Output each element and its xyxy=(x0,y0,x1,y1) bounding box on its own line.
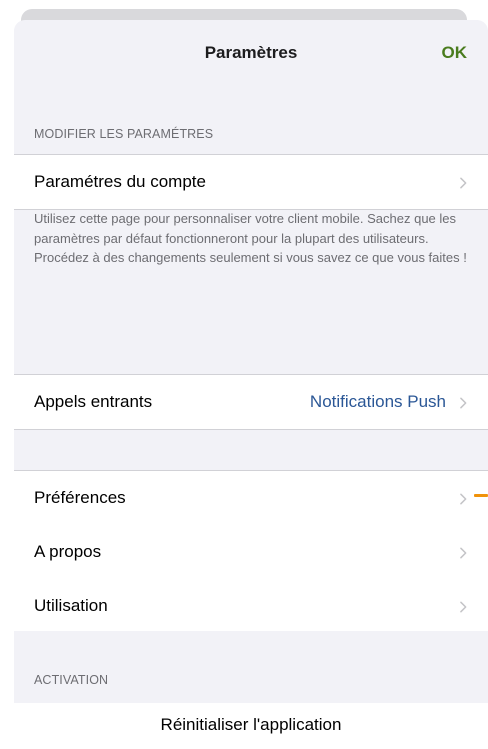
chevron-right-icon xyxy=(460,397,467,409)
group-general: Préférences A propos Utilisation xyxy=(14,470,488,631)
row-label: Appels entrants xyxy=(34,392,153,411)
row-label: Paramétres du compte xyxy=(34,172,206,191)
section-header-activation: ACTIVATION xyxy=(34,673,109,687)
navigation-bar: Paramètres OK xyxy=(14,20,488,90)
row-label: Utilisation xyxy=(34,596,108,615)
section-footer-description: Utilisez cette page pour personnaliser v… xyxy=(34,211,467,265)
ok-button[interactable]: OK xyxy=(442,43,468,63)
row-label: A propos xyxy=(34,542,102,561)
row-preferences[interactable]: Préférences xyxy=(14,471,488,525)
row-incoming-calls[interactable]: Appels entrants Notifications Push xyxy=(14,375,488,429)
row-usage[interactable]: Utilisation xyxy=(14,579,488,633)
group-calls: Appels entrants Notifications Push xyxy=(14,374,488,430)
row-label: Préférences xyxy=(34,488,126,507)
row-account-settings[interactable]: Paramétres du compte xyxy=(14,155,488,209)
reset-app-button[interactable]: Réinitialiser l'application xyxy=(14,715,488,735)
settings-sheet: Paramètres OK MODIFIER LES PARAMÉTRES Pa… xyxy=(14,20,488,749)
scroll-indicator xyxy=(474,494,488,497)
row-about[interactable]: A propos xyxy=(14,525,488,579)
group-activation: Réinitialiser l'application xyxy=(14,703,488,749)
page-title: Paramètres xyxy=(204,43,298,62)
row-value: Notifications Push xyxy=(309,392,446,411)
section-header-modify: MODIFIER LES PARAMÉTRES xyxy=(34,127,214,141)
group-account: Paramétres du compte xyxy=(14,154,488,210)
chevron-right-icon xyxy=(460,493,467,505)
chevron-right-icon xyxy=(460,177,467,189)
chevron-right-icon xyxy=(460,601,467,613)
chevron-right-icon xyxy=(460,547,467,559)
